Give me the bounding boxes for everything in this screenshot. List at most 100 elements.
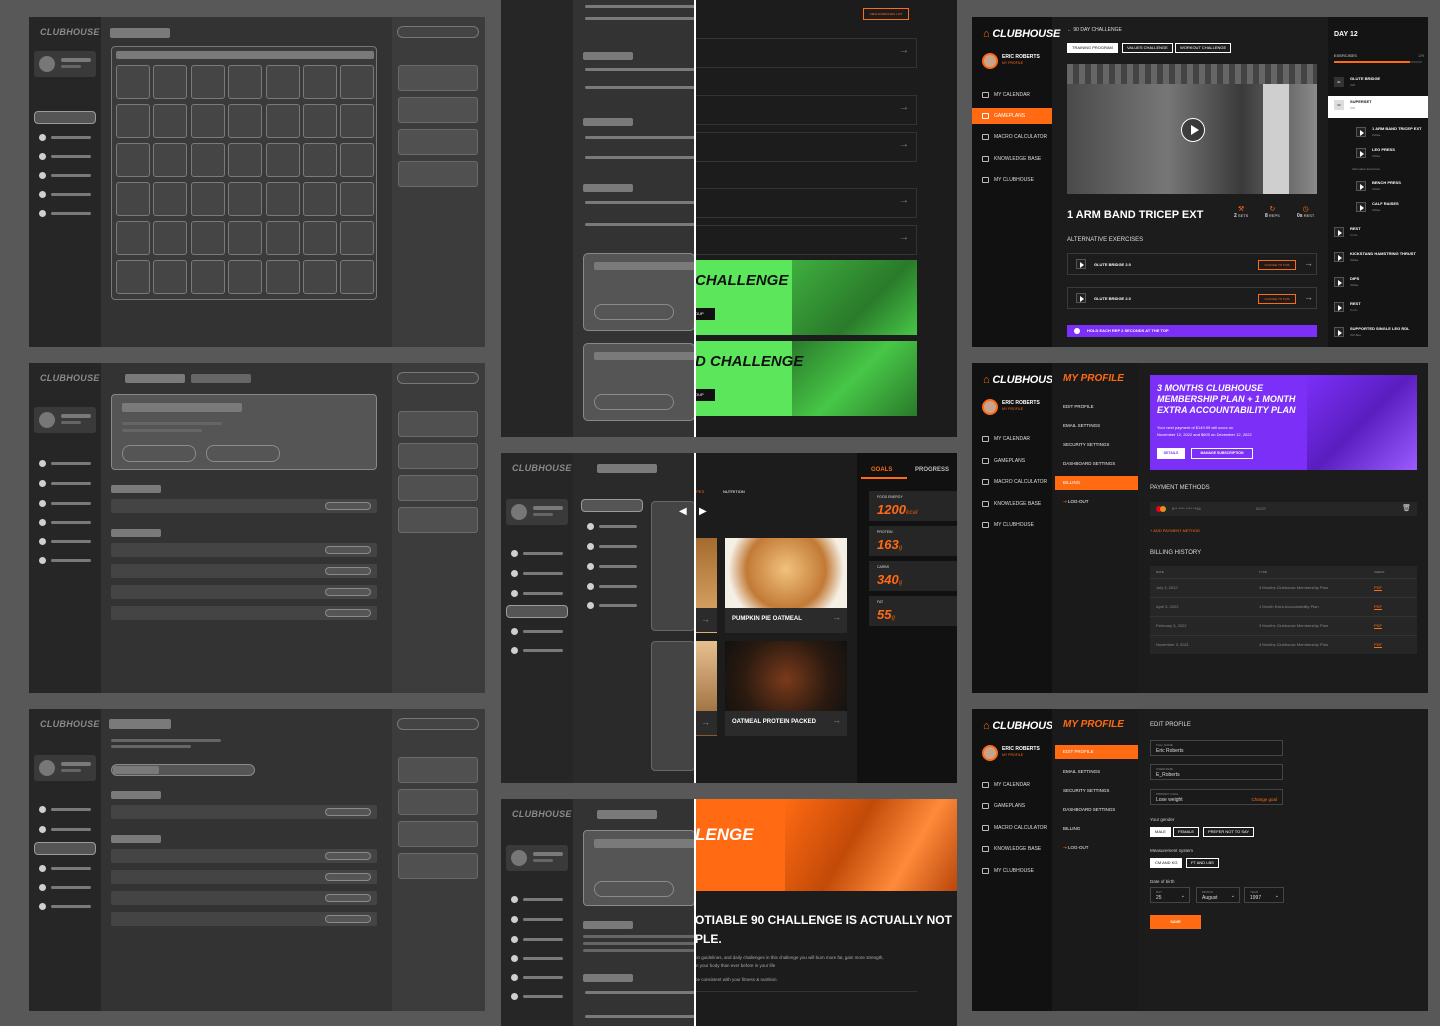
wireframe-user-card[interactable] xyxy=(34,407,96,433)
trash-icon[interactable]: 🗑 xyxy=(1402,504,1411,512)
tab-nutrition[interactable]: NUTRITION xyxy=(723,489,745,494)
pdf-link[interactable]: PDF xyxy=(1374,604,1382,609)
pdf-link[interactable]: PDF xyxy=(1374,623,1382,628)
play-icon[interactable] xyxy=(1076,259,1086,269)
manage-subscription-button[interactable]: MANAGE SUBSCRIPTION xyxy=(1191,448,1253,459)
arrow-right-icon[interactable]: → xyxy=(899,232,909,243)
play-icon[interactable] xyxy=(1334,252,1344,262)
submenu-email-settings[interactable]: EMAIL SETTINGS xyxy=(1063,423,1100,428)
nav-my-calendar[interactable]: MY CALENDAR xyxy=(972,777,1052,793)
calendar-day-cell[interactable] xyxy=(265,104,300,138)
nav-my-calendar[interactable]: MY CALENDAR xyxy=(972,431,1052,447)
exercise-list-item[interactable]: DIPS 3x8ea xyxy=(1328,273,1428,291)
add-payment-method-link[interactable]: + ADD PAYMENT METHOD xyxy=(1150,528,1200,533)
play-icon[interactable] xyxy=(1356,181,1366,191)
calendar-day-cell[interactable] xyxy=(228,65,263,99)
calendar-day-cell[interactable] xyxy=(190,65,225,99)
calendar-day-cell[interactable] xyxy=(228,260,263,294)
tab-goals[interactable]: GOALS xyxy=(871,467,892,473)
exercise-video[interactable] xyxy=(1067,64,1317,194)
nav-my-clubhouse[interactable]: MY CLUBHOUSE xyxy=(972,172,1052,188)
nav-macro-calculator[interactable]: MACRO CALCULATOR xyxy=(972,820,1052,836)
submenu-billing[interactable]: BILLING xyxy=(1055,476,1138,490)
carousel-prev-icon[interactable]: ◀ xyxy=(679,506,687,517)
compare-divider[interactable] xyxy=(694,0,696,437)
gender-prefer-not[interactable]: PREFER NOT TO SAY xyxy=(1203,827,1255,837)
tab-recipes[interactable]: IPES xyxy=(695,489,704,494)
tab-workout-challenge[interactable]: WORKOUT CHALLENGE xyxy=(1175,43,1232,53)
arrow-right-icon[interactable]: → xyxy=(899,45,909,56)
nav-knowledge-base[interactable]: KNOWLEDGE BASE xyxy=(972,841,1052,857)
calendar-day-cell[interactable] xyxy=(153,104,188,138)
brand-logo[interactable]: ⌂ CLUBHOUSE xyxy=(983,374,1060,386)
arrow-right-icon[interactable]: → xyxy=(899,139,909,150)
wireframe-user-card[interactable] xyxy=(34,755,96,781)
calendar-day-cell[interactable] xyxy=(303,260,337,294)
calendar-day-cell[interactable] xyxy=(303,65,337,99)
group-button[interactable]: OUP xyxy=(695,308,715,320)
exercise-list-item[interactable]: 01 GLUTE BRIDGE 2x8 xyxy=(1328,73,1428,91)
exercise-list-item[interactable]: BENCH PRESS 3x8ea xyxy=(1328,177,1428,195)
calendar-day-cell[interactable] xyxy=(190,143,225,177)
wireframe-user-card[interactable] xyxy=(506,845,568,871)
submenu-edit-profile[interactable]: EDIT PROFILE xyxy=(1055,745,1138,759)
calendar-day-cell[interactable] xyxy=(153,221,188,255)
calendar-day-cell[interactable] xyxy=(340,65,375,99)
change-goal-link[interactable]: Change goal xyxy=(1251,797,1277,802)
calendar-day-cell[interactable] xyxy=(228,104,263,138)
wireframe-toggle[interactable] xyxy=(397,26,479,38)
calendar-day-cell[interactable] xyxy=(303,182,337,216)
play-icon[interactable] xyxy=(1356,202,1366,212)
compare-divider[interactable] xyxy=(694,453,696,783)
exercise-list-item[interactable]: KICKSTAND HAMSTRING THRUST 3x8ea xyxy=(1328,248,1428,266)
recipe-card[interactable]: OATMEAL PROTEIN PACKED → xyxy=(725,641,847,736)
full-name-field[interactable]: FULL NAME Eric Roberts xyxy=(1150,740,1283,756)
play-icon[interactable] xyxy=(1181,118,1205,142)
username-field[interactable]: USERNAME E_Roberts xyxy=(1150,764,1283,780)
play-icon[interactable] xyxy=(1334,302,1344,312)
exercise-list-item[interactable]: REST 3 min xyxy=(1328,298,1428,316)
play-icon[interactable] xyxy=(1334,327,1344,337)
nav-my-calendar[interactable]: MY CALENDAR xyxy=(972,87,1052,103)
calendar-day-cell[interactable] xyxy=(116,104,150,138)
measurement-metric[interactable]: CM AND KG xyxy=(1150,858,1183,868)
submenu-security-settings[interactable]: SECURITY SETTINGS xyxy=(1063,442,1109,447)
back-link[interactable]: ← 90 DAY CHALLENGE xyxy=(1067,27,1122,33)
calendar-day-cell[interactable] xyxy=(116,221,150,255)
exercise-list-item[interactable]: SUPPORTED SINGLE LEG RDL 3x8-8ea xyxy=(1328,323,1428,341)
calendar-day-cell[interactable] xyxy=(153,182,188,216)
exercise-list-item[interactable]: 02 SUPERSET 2x8 xyxy=(1328,96,1428,118)
exercise-list-item[interactable]: 1 ARM BAND TRICEP EXT 2x8ea xyxy=(1328,123,1428,141)
calendar-day-cell[interactable] xyxy=(116,65,150,99)
submenu-security-settings[interactable]: SECURITY SETTINGS xyxy=(1063,788,1109,793)
calendar-day-cell[interactable] xyxy=(340,143,375,177)
nav-knowledge-base[interactable]: KNOWLEDGE BASE xyxy=(972,496,1052,512)
calendar-day-cell[interactable] xyxy=(190,182,225,216)
calendar-day-cell[interactable] xyxy=(303,104,337,138)
details-button[interactable]: DETAILS xyxy=(1157,448,1185,459)
nav-my-clubhouse[interactable]: MY CLUBHOUSE xyxy=(972,863,1052,879)
calendar-day-cell[interactable] xyxy=(303,143,337,177)
compare-divider[interactable] xyxy=(694,799,696,1026)
nav-gameplans[interactable]: GAMEPLANS xyxy=(972,108,1052,124)
carousel-next-icon[interactable]: ▶ xyxy=(699,506,707,517)
wireframe-user-card[interactable] xyxy=(34,51,96,77)
arrow-right-icon[interactable]: → xyxy=(899,102,909,113)
exercise-list-item[interactable]: LEG PRESS 3x8ea xyxy=(1328,144,1428,162)
save-button[interactable]: SAVE xyxy=(1150,915,1201,929)
arrow-right-icon[interactable]: → xyxy=(899,195,909,206)
alt-exercise-row[interactable]: GLUTE BRIDGE 2.0 CHANGE TO THIS → xyxy=(1067,253,1317,275)
nav-macro-calculator[interactable]: MACRO CALCULATOR xyxy=(972,474,1052,490)
play-icon[interactable] xyxy=(1334,227,1344,237)
submenu-dashboard-settings[interactable]: DASHBOARD SETTINGS xyxy=(1063,807,1115,812)
primary-goal-field[interactable]: PRIMARY GOAL Lose weight Change goal xyxy=(1150,789,1283,805)
group-button[interactable]: OUP xyxy=(695,389,715,401)
exercise-list-item[interactable]: CALF RAISES 3x8ea xyxy=(1328,198,1428,216)
gender-female[interactable]: FEMALE xyxy=(1173,827,1200,837)
dob-year-select[interactable]: YEAR 1997 ⌄ xyxy=(1244,887,1284,903)
calendar-day-cell[interactable] xyxy=(265,260,300,294)
nav-knowledge-base[interactable]: KNOWLEDGE BASE xyxy=(972,151,1052,167)
calendar-day-cell[interactable] xyxy=(303,221,337,255)
nav-gameplans[interactable]: GAMEPLANS xyxy=(972,798,1052,814)
arrow-right-icon[interactable]: → xyxy=(1304,292,1313,302)
